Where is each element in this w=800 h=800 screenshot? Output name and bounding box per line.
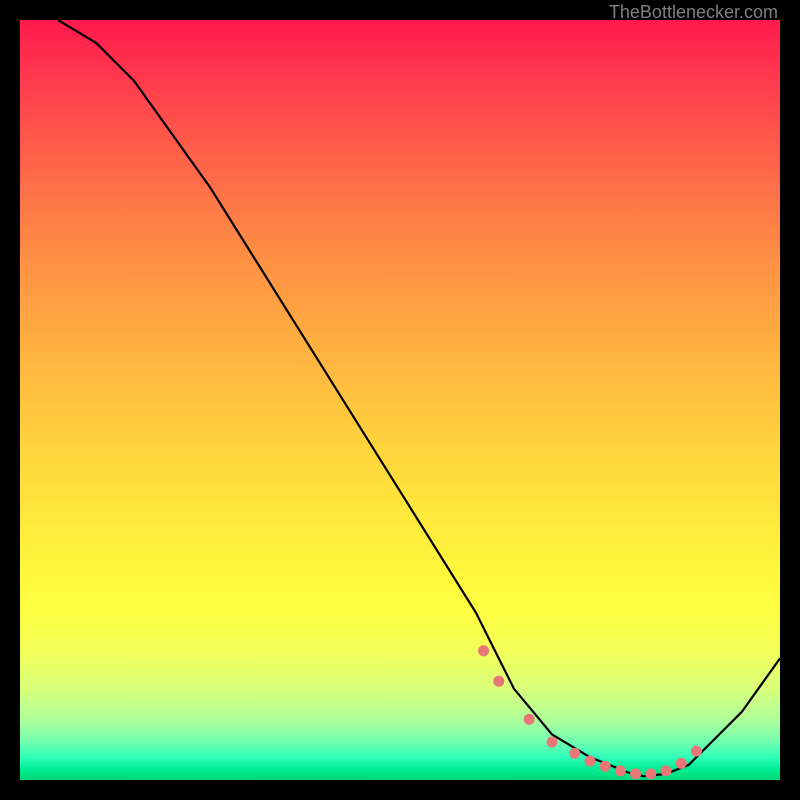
highlight-dot [493,676,504,687]
highlight-dot [615,765,626,776]
chart-area [20,20,780,780]
bottleneck-curve [58,20,780,776]
highlight-dot [630,768,641,779]
highlight-dots [478,645,702,779]
highlight-dot [547,737,558,748]
highlight-dot [524,714,535,725]
highlight-dot [661,765,672,776]
highlight-dot [478,645,489,656]
highlight-dot [691,746,702,757]
watermark-text: TheBottlenecker.com [609,2,778,23]
highlight-dot [569,748,580,759]
highlight-dot [585,756,596,767]
highlight-dot [600,761,611,772]
highlight-dot [676,758,687,769]
highlight-dot [645,768,656,779]
curve-group [58,20,780,779]
chart-svg [20,20,780,780]
